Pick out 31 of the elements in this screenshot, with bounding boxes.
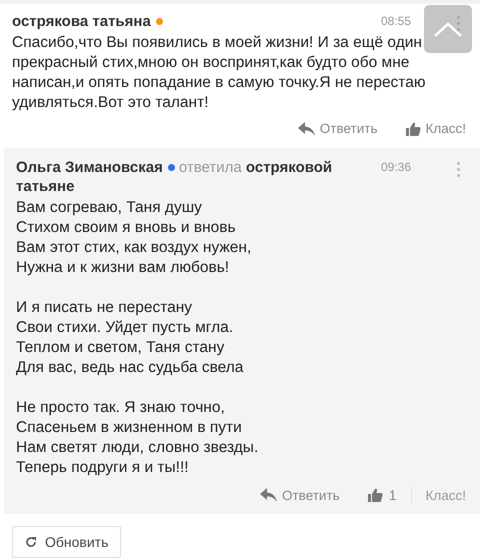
comment-text: Теперь подруги я и ты!!! [16,458,190,478]
thumbs-up-icon [368,488,383,502]
comment-text: Свои стихи. Уйдет пусть мгла. [16,318,234,338]
scroll-up-button[interactable] [424,5,472,53]
reply-arrow-icon [260,488,277,502]
reply-arrow-icon [298,122,315,136]
author-name[interactable]: Ольга Зимановская [16,159,163,176]
reply-target-word[interactable]: остряковой [246,159,332,176]
like-button[interactable]: Класс! [406,121,466,136]
comment-text: Стихом своим я вновь и вновь [16,218,237,238]
chevron-up-icon [433,21,463,37]
comment-text: Нам светят люди, словно звезды. [16,438,260,458]
comment-text: Вам согреваю, Таня душу [16,198,203,218]
comment-text: Не просто так. Я знаю точно, [16,398,226,418]
refresh-button[interactable]: Обновить [12,526,122,558]
comment-text: Вам этот стих, как воздух нужен, [16,238,252,258]
like-count: 1 [388,487,396,503]
comment-time: 09:36 [380,159,411,174]
comment-text: И я писать не перестану [16,298,194,318]
thumbs-up-icon [406,122,420,136]
comment-text: Нужна и к жизни вам любовь! [16,258,230,278]
comment-time: 08:55 [380,13,411,28]
reply-button[interactable]: Ответить [298,121,378,136]
comment-text: Спасибо,что Вы появились в моей жизни! И за ещё один прекрасный стих,мною он воспринят,как будто обо мне написан,и опять попадание в самую точку.Я не перестаю удивляться.Вот это талант! [12,33,426,113]
refresh-icon [25,536,37,548]
replied-label: ответила [178,159,242,176]
comment-text: Для вас, ведь нас судьба свела [16,358,244,378]
comment-text: Спасеньем в жизненном в пути [16,418,243,438]
comment-text: Теплом и светом, Таня стану [16,338,226,358]
reply-target-word[interactable]: татьяне [16,178,74,195]
author-name[interactable]: острякова татьяна [12,13,151,30]
